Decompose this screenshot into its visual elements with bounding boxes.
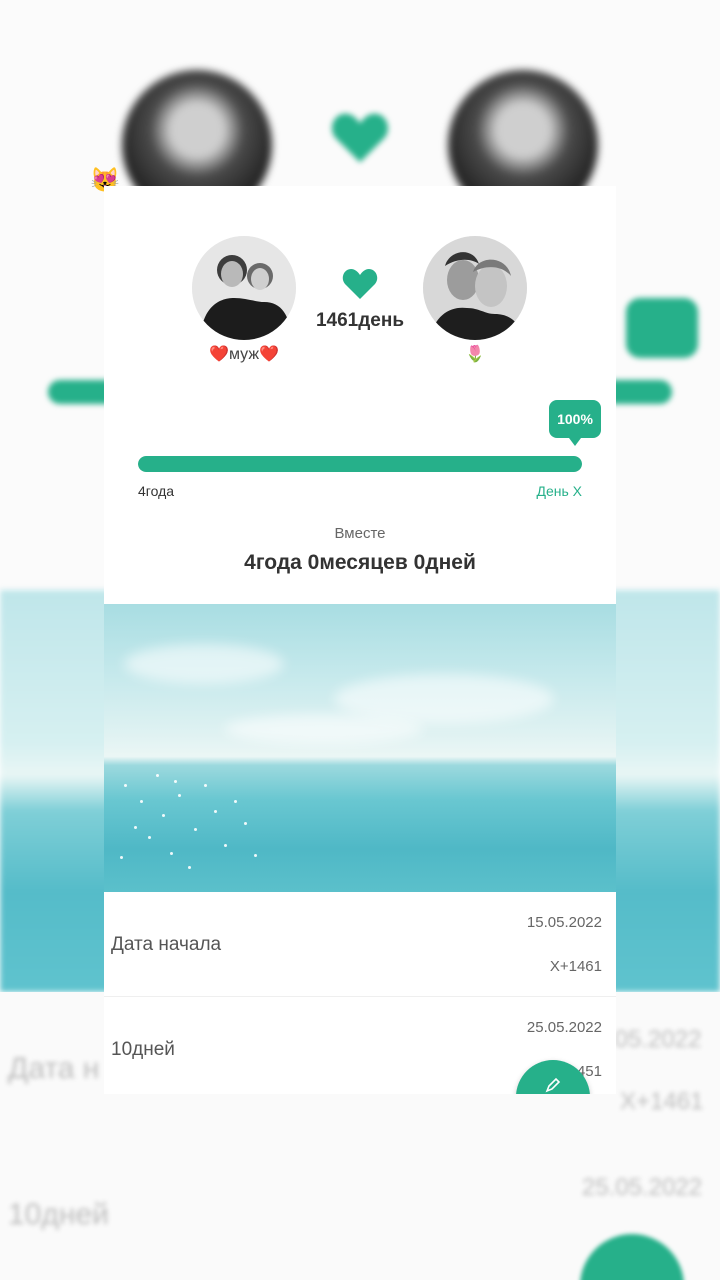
water-sparkle [204, 784, 207, 787]
water-sparkle [188, 866, 191, 869]
water-sparkle [234, 800, 237, 803]
progress-start-label: 4года [138, 483, 175, 499]
sea-background-image [104, 604, 616, 892]
progress-end-label: День X [536, 483, 582, 499]
partner-left-avatar[interactable] [192, 236, 296, 340]
partner-right-name[interactable]: 🌷 [423, 344, 527, 364]
together-duration: 4года 0месяцев 0дней [244, 551, 476, 574]
water-sparkle [244, 822, 247, 825]
water-sparkle [170, 852, 173, 855]
bg-percent-bubble [626, 298, 698, 358]
water-sparkle [254, 854, 257, 857]
water-sparkle [214, 810, 217, 813]
progress-fill [138, 456, 582, 472]
milestone-title: 10дней [111, 1039, 175, 1060]
water-sparkle [148, 836, 151, 839]
milestone-day-offset: X+1461 [549, 958, 602, 975]
water-sparkle [162, 814, 165, 817]
heart-icon [342, 269, 378, 299]
partner-right-avatar[interactable] [423, 236, 527, 340]
water-sparkle [134, 826, 137, 829]
couple-card: 1461день ❤️муж❤️ 🌷 100% 4года День X Вме… [104, 186, 616, 1094]
partner-left-name[interactable]: ❤️муж❤️ [192, 344, 296, 364]
list-item[interactable]: Дата начала 15.05.2022 X+1461 [104, 892, 616, 997]
water-sparkle [178, 794, 181, 797]
together-label: Вместе [334, 525, 386, 542]
water-sparkle [124, 784, 127, 787]
milestone-date: 15.05.2022 [526, 914, 602, 931]
water-sparkle [140, 800, 143, 803]
progress-percent-bubble: 100% [549, 400, 601, 446]
water-sparkle [224, 844, 227, 847]
milestone-date: 25.05.2022 [526, 1019, 602, 1036]
days-together-count: 1461день [315, 310, 405, 331]
pen-icon [545, 1077, 561, 1093]
water-sparkle [120, 856, 123, 859]
water-sparkle [174, 780, 177, 783]
water-sparkle [156, 774, 159, 777]
water-sparkle [194, 828, 197, 831]
progress-bar [138, 456, 582, 472]
bg-heart-icon [331, 113, 389, 163]
milestone-title: Дата начала [111, 934, 222, 955]
